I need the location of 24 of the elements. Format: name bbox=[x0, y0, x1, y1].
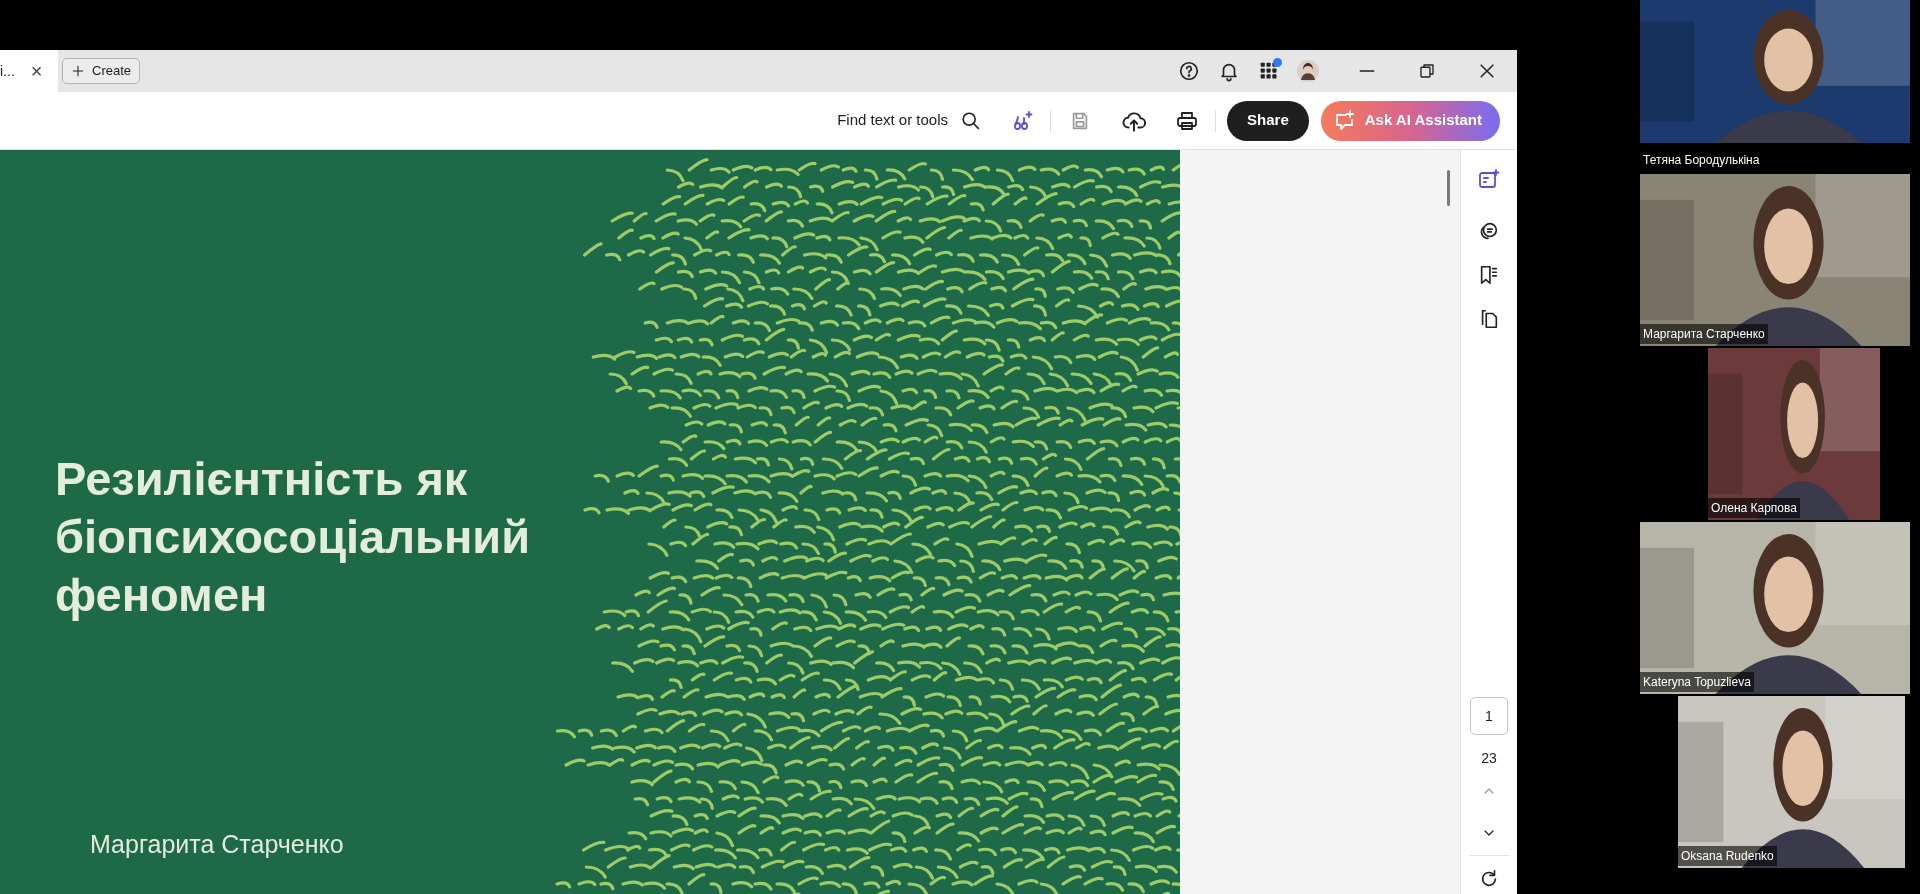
bookmark-list-icon[interactable] bbox=[1478, 264, 1500, 286]
participant-name: Oksana Rudenko bbox=[1678, 846, 1777, 866]
document-tab[interactable]: i... × bbox=[0, 50, 58, 92]
apps-grid-icon[interactable] bbox=[1259, 61, 1279, 81]
share-button[interactable]: Share bbox=[1227, 100, 1309, 141]
participant-name: Маргарита Старченко bbox=[1640, 324, 1768, 344]
create-button[interactable]: Create bbox=[62, 58, 141, 84]
slide-title-line: Резилієнтність як bbox=[55, 451, 469, 507]
participant-name: Kateryna Topuzlieva bbox=[1640, 672, 1754, 692]
tab-title: i... bbox=[0, 61, 15, 81]
scrollbar-thumb[interactable] bbox=[1447, 170, 1450, 206]
participant-name: Олена Карпова bbox=[1708, 498, 1800, 518]
search-label: Find text or tools bbox=[837, 110, 949, 131]
slide-title-line: біопсихосоціальний bbox=[55, 509, 531, 565]
plus-icon bbox=[71, 64, 85, 78]
comment-icon[interactable] bbox=[1478, 220, 1500, 242]
restore-icon[interactable] bbox=[1418, 62, 1436, 80]
close-tab-button[interactable]: × bbox=[30, 61, 43, 81]
avatar-icon[interactable] bbox=[1297, 60, 1319, 82]
help-icon[interactable] bbox=[1178, 60, 1200, 82]
page-number-field[interactable]: 1 bbox=[1470, 697, 1508, 735]
page-total: 23 bbox=[1481, 749, 1497, 768]
slide-title-line: феномен bbox=[55, 567, 269, 623]
slide-author: Маргарита Старченко bbox=[90, 829, 344, 860]
